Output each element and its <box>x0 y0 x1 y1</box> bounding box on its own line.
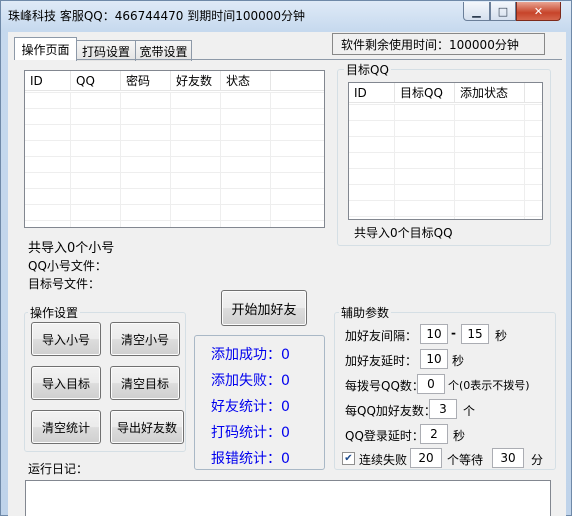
interval-unit: 秒 <box>495 329 508 343</box>
grid-line <box>170 92 171 227</box>
grid-line <box>270 92 271 227</box>
log-label: 运行日记： <box>28 462 89 476</box>
col-password[interactable]: 密码 <box>121 71 171 90</box>
import-accounts-button[interactable]: 导入小号 <box>31 322 101 356</box>
license-remaining: 软件剩余使用时间： 100000分钟 <box>332 33 545 55</box>
ops-group-label: 操作设置 <box>28 304 81 321</box>
grid-line <box>70 92 71 227</box>
minimize-button[interactable]: ▁ <box>463 2 490 21</box>
stat-value: 0 <box>281 451 290 467</box>
grid-line <box>220 92 221 227</box>
stat-captcha: 打码统计：0 <box>211 422 290 442</box>
client-area: 操作页面 打码设置 宽带设置 软件剩余使用时间： 100000分钟 ID QQ … <box>8 32 566 516</box>
fail-mid-label: 个等待 <box>447 453 484 467</box>
maximize-icon: □ <box>497 4 509 18</box>
fail-label: 连续失败 <box>359 453 408 467</box>
app-window: 珠峰科技 客服QQ：466744470 到期时间100000分钟 ▁ □ ✕ 操… <box>0 0 572 516</box>
accounts-summary: 共导入0个小号 <box>28 241 115 256</box>
start-add-friends-button[interactable]: 开始加好友 <box>221 290 307 326</box>
stat-label: 报错统计： <box>211 451 281 467</box>
target-qq-group-label: 目标QQ <box>344 61 391 78</box>
clear-stats-button[interactable]: 清空统计 <box>31 410 101 444</box>
stats-box: 添加成功：0 添加失败：0 好友统计：0 打码统计：0 报错统计：0 <box>194 335 325 470</box>
license-value: 100000分钟 <box>449 37 519 52</box>
export-friends-button[interactable]: 导出好友数 <box>110 410 184 444</box>
col-target-qq[interactable]: 目标QQ <box>395 83 455 102</box>
interval-label: 加好友间隔： <box>345 329 418 343</box>
target-file-label: 目标号文件： <box>28 277 101 291</box>
close-icon: ✕ <box>533 4 544 18</box>
col-target-id[interactable]: ID <box>349 83 395 102</box>
continuous-fail-checkbox[interactable]: ✔ <box>342 452 355 465</box>
col-friends[interactable]: 好友数 <box>171 71 221 90</box>
fail-count-input[interactable]: 20 <box>410 448 442 468</box>
grid-line <box>454 104 455 219</box>
stat-errors: 报错统计：0 <box>211 448 290 468</box>
stat-value: 0 <box>281 425 290 441</box>
stat-value: 0 <box>281 347 290 363</box>
license-label: 软件剩余使用时间： <box>341 37 450 52</box>
interval-separator: - <box>451 326 456 340</box>
window-title: 珠峰科技 客服QQ：466744470 到期时间100000分钟 <box>8 9 306 23</box>
tab-operations[interactable]: 操作页面 <box>14 37 77 60</box>
stat-add-success: 添加成功：0 <box>211 344 290 364</box>
delay-label: 加好友延时： <box>345 354 418 368</box>
tab-panel-operations: ID QQ 密码 好友数 状态 共导入0个小号 QQ小号文件： 目标号文件： 目… <box>14 59 562 514</box>
stat-label: 好友统计： <box>211 399 281 415</box>
maximize-button[interactable]: □ <box>490 2 516 21</box>
log-textarea[interactable] <box>25 480 551 516</box>
target-table-header: ID 目标QQ 添加状态 <box>349 83 542 103</box>
col-add-status[interactable]: 添加状态 <box>455 83 525 102</box>
col-qq[interactable]: QQ <box>71 71 121 90</box>
fail-wait-unit: 分 <box>531 453 544 467</box>
checkmark-icon: ✔ <box>344 453 353 464</box>
target-summary: 共导入0个目标QQ <box>354 226 453 240</box>
login-delay-input[interactable]: 2 <box>420 424 448 444</box>
col-status[interactable]: 状态 <box>221 71 271 90</box>
login-delay-label: QQ登录延时： <box>345 429 424 443</box>
per-qq-label: 每QQ加好友数： <box>345 404 436 418</box>
dial-input[interactable]: 0 <box>417 374 445 394</box>
interval-min-input[interactable]: 10 <box>420 324 448 344</box>
grid-line <box>394 104 395 219</box>
per-qq-input[interactable]: 3 <box>429 399 457 419</box>
stat-value: 0 <box>281 373 290 389</box>
target-table-body <box>349 104 542 219</box>
minimize-icon: ▁ <box>472 4 481 18</box>
stat-label: 添加失败： <box>211 373 281 389</box>
dial-unit: 个(0表示不拨号) <box>448 379 530 392</box>
target-qq-table[interactable]: ID 目标QQ 添加状态 <box>348 82 543 220</box>
close-button[interactable]: ✕ <box>516 2 561 21</box>
qq-file-label: QQ小号文件： <box>28 259 107 273</box>
clear-targets-button[interactable]: 清空目标 <box>110 366 180 400</box>
stat-add-fail: 添加失败：0 <box>211 370 290 390</box>
accounts-table[interactable]: ID QQ 密码 好友数 状态 <box>24 70 325 228</box>
stat-value: 0 <box>281 399 290 415</box>
per-qq-unit: 个 <box>463 404 476 418</box>
dial-label: 每拨号QQ数： <box>345 379 424 393</box>
stat-friends: 好友统计：0 <box>211 396 290 416</box>
tab-captcha-settings[interactable]: 打码设置 <box>76 40 136 61</box>
grid-line <box>524 104 525 219</box>
interval-max-input[interactable]: 15 <box>461 324 489 344</box>
stat-label: 添加成功： <box>211 347 281 363</box>
fail-wait-input[interactable]: 30 <box>492 448 524 468</box>
delay-input[interactable]: 10 <box>420 349 448 369</box>
grid-line <box>120 92 121 227</box>
delay-unit: 秒 <box>452 354 465 368</box>
stat-label: 打码统计： <box>211 425 281 441</box>
col-id[interactable]: ID <box>25 71 71 90</box>
title-bar[interactable]: 珠峰科技 客服QQ：466744470 到期时间100000分钟 ▁ □ ✕ <box>1 1 571 28</box>
tab-broadband-settings[interactable]: 宽带设置 <box>135 40 192 61</box>
clear-accounts-button[interactable]: 清空小号 <box>110 322 180 356</box>
aux-params-group-label: 辅助参数 <box>339 304 392 321</box>
import-targets-button[interactable]: 导入目标 <box>31 366 101 400</box>
login-delay-unit: 秒 <box>453 429 466 443</box>
accounts-table-header: ID QQ 密码 好友数 状态 <box>25 71 324 91</box>
